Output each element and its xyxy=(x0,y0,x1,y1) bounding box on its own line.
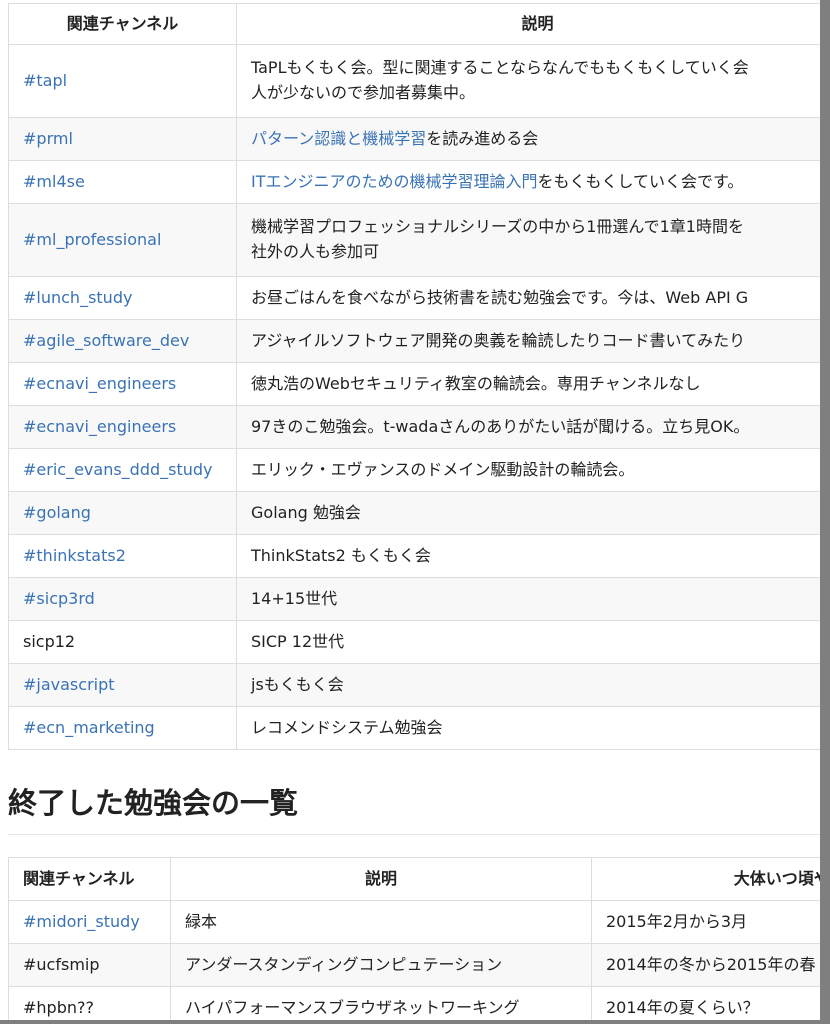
header-description: 説明 xyxy=(236,3,820,45)
channel-cell[interactable]: #javascript xyxy=(8,663,237,707)
channel-link[interactable]: #sicp3rd xyxy=(23,589,95,608)
description-text: を読み進める会 xyxy=(426,128,539,148)
table-row: #ecn_marketing レコメンドシステム勉強会 xyxy=(8,706,820,750)
channel-link[interactable]: #ecn_marketing xyxy=(23,718,155,737)
channel-cell[interactable]: #thinkstats2 xyxy=(8,534,237,578)
channel-cell[interactable]: #eric_evans_ddd_study xyxy=(8,448,237,492)
table-row: #ucfsmip アンダースタンディングコンピュテーション 2014年の冬から2… xyxy=(8,943,820,987)
channel-text: #ucfsmip xyxy=(23,954,100,974)
when-cell: 2014年の冬から2015年の春 xyxy=(591,943,820,987)
channel-cell[interactable]: #ml_professional xyxy=(8,203,237,277)
description-cell: 徳丸浩のWebセキュリティ教室の輪読会。専用チャンネルなし xyxy=(236,362,820,406)
description-cell: パターン認識と機械学習を読み進める会 xyxy=(236,117,820,161)
table-row: #lunch_study お昼ごはんを食べながら技術書を読む勉強会です。今は、W… xyxy=(8,276,820,320)
channel-cell[interactable]: #prml xyxy=(8,117,237,161)
channel-cell[interactable]: #ecnavi_engineers xyxy=(8,362,237,406)
section-divider xyxy=(8,834,820,835)
book-link[interactable]: パターン認識と機械学習 xyxy=(251,129,426,148)
description-line: 機械学習プロフェッショナルシリーズの中から1冊選んで1章1時間を xyxy=(251,217,744,237)
description-cell: ITエンジニアのための機械学習理論入門をもくもくしていく会です。 xyxy=(236,160,820,204)
header-channel: 関連チャンネル xyxy=(8,3,237,45)
header-description: 説明 xyxy=(170,857,592,901)
table-row: #prml パターン認識と機械学習を読み進める会 xyxy=(8,117,820,161)
table-row: #eric_evans_ddd_study エリック・エヴァンスのドメイン駆動設… xyxy=(8,448,820,492)
description-cell: ThinkStats2 もくもく会 xyxy=(236,534,820,578)
table-row: #sicp3rd 14+15世代 xyxy=(8,577,820,621)
channel-cell[interactable]: #ecnavi_engineers xyxy=(8,405,237,449)
table-row: #ecnavi_engineers 徳丸浩のWebセキュリティ教室の輪読会。専用… xyxy=(8,362,820,406)
table-row: #agile_software_dev アジャイルソフトウェア開発の奥義を輪読し… xyxy=(8,319,820,363)
finished-study-table: 関連チャンネル 説明 大体いつ頃やって #midori_study 緑本 201… xyxy=(8,857,820,1020)
channel-cell[interactable]: #midori_study xyxy=(8,900,171,944)
channel-cell[interactable]: #tapl xyxy=(8,44,237,118)
description-cell: TaPLもくもく会。型に関連することならなんでももくもくしていく会 人が少ないので… xyxy=(236,44,820,118)
channel-cell[interactable]: #ml4se xyxy=(8,160,237,204)
channel-cell: #ucfsmip xyxy=(8,943,171,987)
description-line: 人が少ないので参加者募集中。 xyxy=(251,83,476,102)
book-link[interactable]: ITエンジニアのための機械学習理論入門 xyxy=(251,172,538,191)
table-row: sicp12 SICP 12世代 xyxy=(8,620,820,664)
channel-link[interactable]: #golang xyxy=(23,503,91,522)
table-row: #ml4se ITエンジニアのための機械学習理論入門をもくもくしていく会です。 xyxy=(8,160,820,204)
description-text: をもくもくしていく会です。 xyxy=(537,171,744,191)
description-cell: Golang 勉強会 xyxy=(236,491,820,535)
table-row: #hpbn?? ハイパフォーマンスブラウザネットワーキング 2014年の夏くらい… xyxy=(8,986,820,1020)
active-study-table: 関連チャンネル 説明 #tapl TaPLもくもく会。型に関連することならなんで… xyxy=(8,3,820,750)
channel-cell: #hpbn?? xyxy=(8,986,171,1020)
channel-link[interactable]: #ecnavi_engineers xyxy=(23,374,176,393)
description-cell: 14+15世代 xyxy=(236,577,820,621)
channel-text: sicp12 xyxy=(23,631,76,651)
table-row: #javascript jsもくもく会 xyxy=(8,663,820,707)
channel-link[interactable]: #agile_software_dev xyxy=(23,331,189,350)
table-row: #ml_professional 機械学習プロフェッショナルシリーズの中から1冊… xyxy=(8,203,820,277)
channel-link[interactable]: #ecnavi_engineers xyxy=(23,417,176,436)
description-cell: エリック・エヴァンスのドメイン駆動設計の輪読会。 xyxy=(236,448,820,492)
description-cell: アンダースタンディングコンピュテーション xyxy=(170,943,592,987)
table-header-row: 関連チャンネル 説明 xyxy=(8,3,820,45)
channel-cell[interactable]: #sicp3rd xyxy=(8,577,237,621)
channel-cell[interactable]: #lunch_study xyxy=(8,276,237,320)
channel-link[interactable]: #javascript xyxy=(23,675,115,694)
channel-link[interactable]: #ml_professional xyxy=(23,230,161,249)
description-line: 社外の人も参加可 xyxy=(251,242,380,261)
channel-link[interactable]: #eric_evans_ddd_study xyxy=(23,460,213,479)
channel-text: #hpbn?? xyxy=(23,997,94,1017)
table-row: #golang Golang 勉強会 xyxy=(8,491,820,535)
channel-cell[interactable]: #agile_software_dev xyxy=(8,319,237,363)
description-cell: 機械学習プロフェッショナルシリーズの中から1冊選んで1章1時間を 社外の人も参加可 xyxy=(236,203,820,277)
description-cell: ハイパフォーマンスブラウザネットワーキング xyxy=(170,986,592,1020)
channel-cell: sicp12 xyxy=(8,620,237,664)
channel-link[interactable]: #midori_study xyxy=(23,912,140,931)
table-row: #ecnavi_engineers 97きのこ勉強会。t-wadaさんのありがた… xyxy=(8,405,820,449)
channel-link[interactable]: #lunch_study xyxy=(23,288,132,307)
description-line: TaPLもくもく会。型に関連することならなんでももくもくしていく会 xyxy=(251,58,749,78)
header-channel: 関連チャンネル xyxy=(8,857,171,901)
table-header-row: 関連チャンネル 説明 大体いつ頃やって xyxy=(8,857,820,901)
channel-link[interactable]: #tapl xyxy=(23,71,67,90)
description-cell: 緑本 xyxy=(170,900,592,944)
when-cell: 2015年2月から3月 xyxy=(591,900,820,944)
page: 関連チャンネル 説明 #tapl TaPLもくもく会。型に関連することならなんで… xyxy=(0,0,820,1020)
channel-link[interactable]: #prml xyxy=(23,129,73,148)
channel-link[interactable]: #ml4se xyxy=(23,172,85,191)
channel-cell[interactable]: #ecn_marketing xyxy=(8,706,237,750)
description-cell: お昼ごはんを食べながら技術書を読む勉強会です。今は、Web API G xyxy=(236,276,820,320)
description-cell: 97きのこ勉強会。t-wadaさんのありがたい話が聞ける。立ち見OK。 xyxy=(236,405,820,449)
description-cell: jsもくもく会 xyxy=(236,663,820,707)
description-cell: アジャイルソフトウェア開発の奥義を輪読したりコード書いてみたり xyxy=(236,319,820,363)
header-when: 大体いつ頃やって xyxy=(591,857,820,901)
when-cell: 2014年の夏くらい？ xyxy=(591,986,820,1020)
description-cell: レコメンドシステム勉強会 xyxy=(236,706,820,750)
table-row: #tapl TaPLもくもく会。型に関連することならなんでももくもくしていく会人… xyxy=(8,44,820,118)
channel-link[interactable]: #thinkstats2 xyxy=(23,546,126,565)
channel-cell[interactable]: #golang xyxy=(8,491,237,535)
description-cell: SICP 12世代 xyxy=(236,620,820,664)
section-title: 終了した勉強会の一覧 xyxy=(8,786,299,820)
table-row: #midori_study 緑本 2015年2月から3月 xyxy=(8,900,820,944)
table-row: #thinkstats2 ThinkStats2 もくもく会 xyxy=(8,534,820,578)
